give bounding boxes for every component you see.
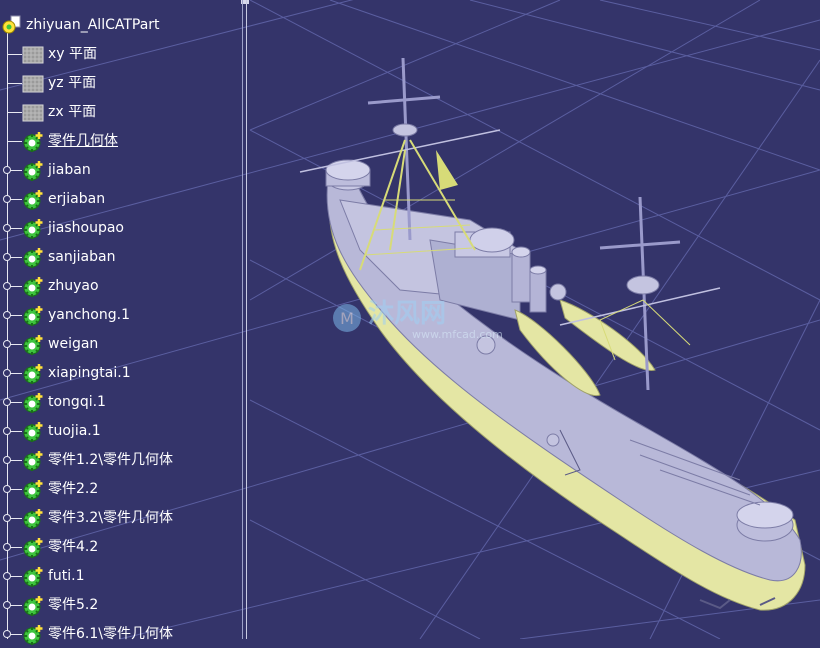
tree-branch-line (8, 112, 22, 113)
tree-node-label: weigan (48, 336, 99, 352)
tree-node-label: 零件几何体 (48, 133, 118, 149)
watermark-logo: 沐风网 (368, 299, 446, 329)
expand-node-icon[interactable] (3, 311, 11, 319)
tree-node-label: yz 平面 (48, 75, 97, 91)
svg-text:M: M (340, 309, 354, 328)
expand-node-icon[interactable] (3, 456, 11, 464)
tree-panel-splitter[interactable] (240, 0, 250, 639)
plane-icon (22, 104, 44, 122)
body-gear-icon (23, 219, 43, 239)
plane-icon (22, 46, 44, 64)
body-gear-icon (23, 393, 43, 413)
watermark-url: www.mfcad.com (412, 328, 503, 341)
tree-node-label: jiaban (48, 162, 91, 178)
body-gear-icon (23, 480, 43, 500)
expand-node-icon[interactable] (3, 543, 11, 551)
expand-node-icon[interactable] (3, 485, 11, 493)
tree-node-label: xiapingtai.1 (48, 365, 131, 381)
expand-node-icon[interactable] (3, 427, 11, 435)
expand-node-icon[interactable] (3, 601, 11, 609)
tree-node-label: 零件4.2 (48, 539, 99, 555)
expand-node-icon[interactable] (3, 195, 11, 203)
expand-node-icon[interactable] (3, 398, 11, 406)
body-gear-icon (23, 451, 43, 471)
tree-node-label: 零件2.2 (48, 481, 99, 497)
body-gear-icon (23, 509, 43, 529)
expand-node-icon[interactable] (3, 340, 11, 348)
tree-branch-line (8, 141, 22, 142)
tree-node-label: 零件1.2\零件几何体 (48, 452, 173, 468)
tree-root-label: zhiyuan_AllCATPart (26, 17, 160, 33)
expand-node-icon[interactable] (3, 369, 11, 377)
expand-node-icon[interactable] (3, 166, 11, 174)
body-gear-icon (23, 596, 43, 616)
tree-node-label: 零件5.2 (48, 597, 99, 613)
tree-node-label: sanjiaban (48, 249, 116, 265)
tree-node-label: yanchong.1 (48, 307, 130, 323)
tree-node-label: tongqi.1 (48, 394, 106, 410)
body-gear-icon (23, 306, 43, 326)
body-gear-icon (23, 364, 43, 384)
body-gear-icon (23, 277, 43, 297)
part-gear-icon (2, 15, 21, 34)
expand-node-icon[interactable] (3, 253, 11, 261)
ship-model[interactable] (299, 57, 806, 611)
body-gear-icon (23, 567, 43, 587)
tree-node-label: zx 平面 (48, 104, 97, 120)
body-gear-icon (23, 161, 43, 181)
body-gear-icon (23, 248, 43, 268)
body-gear-icon (23, 625, 43, 645)
tree-node-label: jiashoupao (48, 220, 124, 236)
tree-node-label: 零件3.2\零件几何体 (48, 510, 173, 526)
expand-node-icon[interactable] (3, 572, 11, 580)
tree-node-label: zhuyao (48, 278, 99, 294)
tree-node-label: erjiaban (48, 191, 106, 207)
body-gear-icon (23, 538, 43, 558)
tree-node-label: xy 平面 (48, 46, 98, 62)
body-gear-icon (23, 335, 43, 355)
specification-tree[interactable]: zhiyuan_AllCATPart xy 平面 yz 平面 zx 平面零件几何体 j… (0, 0, 240, 645)
expand-node-icon[interactable] (3, 630, 11, 638)
body-gear-icon (23, 132, 43, 152)
plane-icon (22, 75, 44, 93)
expand-node-icon[interactable] (3, 514, 11, 522)
tree-branch-line (8, 54, 22, 55)
tree-branch-line (8, 83, 22, 84)
tree-node-label: futi.1 (48, 568, 85, 584)
tree-node-label: tuojia.1 (48, 423, 101, 439)
expand-node-icon[interactable] (3, 282, 11, 290)
tree-root[interactable]: zhiyuan_AllCATPart (2, 13, 160, 37)
expand-node-icon[interactable] (3, 224, 11, 232)
body-gear-icon (23, 190, 43, 210)
body-gear-icon (23, 422, 43, 442)
tree-node-label: 零件6.1\零件几何体 (48, 626, 173, 642)
